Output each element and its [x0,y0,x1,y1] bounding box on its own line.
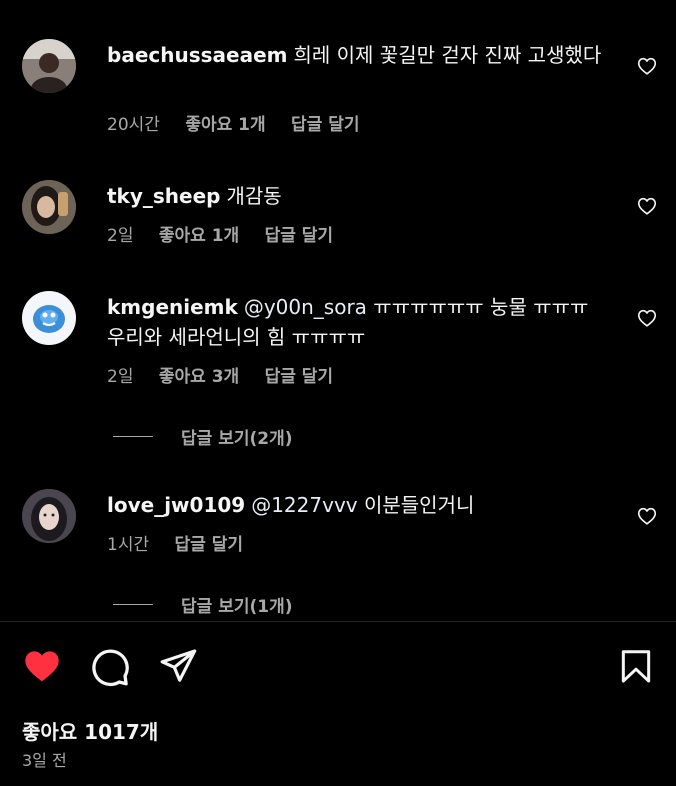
reply-button[interactable]: 답글 달기 [265,226,333,246]
heart-outline-icon[interactable] [636,307,658,329]
reply-button[interactable]: 답글 달기 [291,115,359,135]
comment-body: 이분들인거니 [363,493,475,517]
heart-outline-icon[interactable] [636,195,658,217]
view-replies-label: 답글 보기(2개) [181,429,293,449]
comment-time: 2일 [107,226,134,246]
view-replies-button[interactable]: 답글 보기(1개) [113,592,293,617]
reply-button[interactable]: 답글 달기 [265,367,333,387]
avatar[interactable] [22,180,76,234]
comment-body: 개감동 [226,184,282,208]
comment-likes-link[interactable]: 좋아요 1개 [185,115,265,135]
comment-username[interactable]: tky_sheep [107,184,221,208]
avatar[interactable] [22,291,76,345]
comment-text: kmgeniemk @y00n_sora ㅠㅠㅠㅠㅠㅠ 눙물 ㅠㅠㅠ 우리와 세라… [107,292,612,352]
comment-likes-link[interactable]: 좋아요 1개 [159,226,239,246]
comment-time: 1시간 [107,535,150,555]
comment-time: 2일 [107,367,134,387]
comment-text: tky_sheep 개감동 [107,181,612,211]
post-likes-count[interactable]: 좋아요 1017개 [22,716,158,745]
comment-bubble-icon[interactable] [89,646,131,688]
comment-meta: 1시간 답글 달기 [107,534,263,556]
paper-plane-icon[interactable] [158,646,198,686]
avatar[interactable] [22,489,76,543]
comment-username[interactable]: kmgeniemk [107,295,238,319]
replies-divider [113,604,153,605]
comment-text: baechussaeaem 희레 이제 꽃길만 걷자 진짜 고생했다 [107,40,612,70]
view-replies-label: 답글 보기(1개) [181,597,293,617]
comment-username[interactable]: love_jw0109 [107,493,245,517]
avatar[interactable] [22,39,76,93]
comment-text: love_jw0109 @1227vvv 이분들인거니 [107,490,612,520]
comment-meta: 2일 좋아요 3개 답글 달기 [107,366,353,388]
post-date: 3일 전 [22,751,67,770]
mention-link[interactable]: @y00n_sora [244,295,367,319]
heart-outline-icon[interactable] [636,55,658,77]
section-divider [0,621,676,622]
comment-time: 20시간 [107,115,160,135]
reply-button[interactable]: 답글 달기 [175,535,243,555]
replies-divider [113,436,153,437]
comment-meta: 20시간 좋아요 1개 답글 달기 [107,114,380,136]
heart-outline-icon[interactable] [636,505,658,527]
mention-link[interactable]: @1227vvv [251,493,357,517]
comment-body: 희레 이제 꽃길만 걷자 진짜 고생했다 [293,43,602,67]
heart-filled-icon[interactable] [21,646,63,686]
bookmark-icon[interactable] [617,646,655,686]
comment-username[interactable]: baechussaeaem [107,43,287,67]
comment-likes-link[interactable]: 좋아요 3개 [159,367,239,387]
comment-meta: 2일 좋아요 1개 답글 달기 [107,225,353,247]
view-replies-button[interactable]: 답글 보기(2개) [113,424,293,449]
